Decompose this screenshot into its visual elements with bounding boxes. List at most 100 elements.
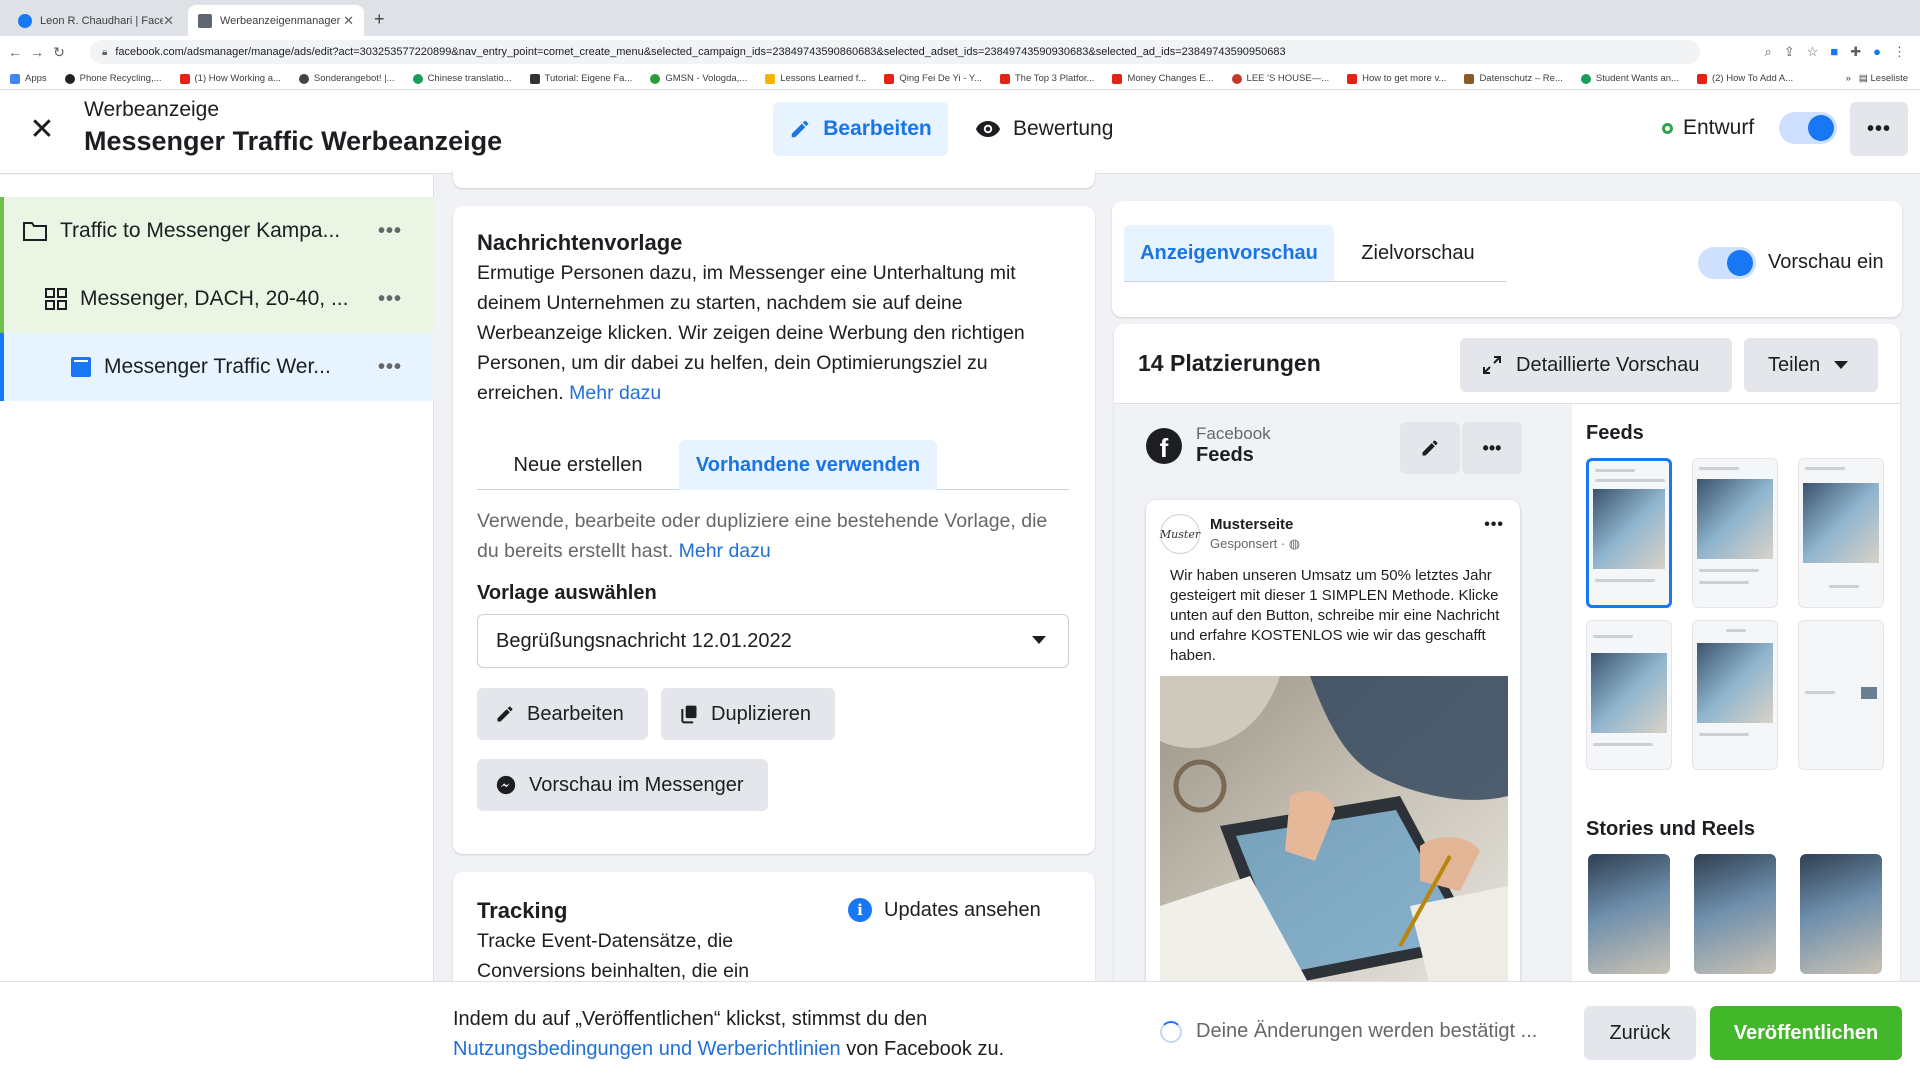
bookmark-item[interactable]: Chinese translatio... (412, 73, 512, 84)
chevron-down-icon (1032, 636, 1046, 644)
campaign-more-icon[interactable]: ••• (378, 220, 402, 243)
bookmark-item[interactable]: Money Changes E... (1112, 73, 1214, 84)
new-tab-icon[interactable]: + (374, 9, 385, 30)
address-bar[interactable]: 🔒︎ facebook.com/adsmanager/manage/ads/ed… (90, 40, 1700, 64)
apps-grid-icon (10, 73, 20, 84)
learn-more-link[interactable]: Mehr dazu (569, 382, 661, 404)
close-tab-icon[interactable]: ✕ (343, 13, 354, 29)
bookmark-item[interactable]: (2) How To Add A... (1696, 73, 1793, 84)
bookmark-item[interactable]: Tutorial: Eigene Fa... (529, 73, 632, 84)
tab-use-existing[interactable]: Vorhandene verwenden (679, 440, 937, 490)
bookmark-item[interactable]: Phone Recycling,... (64, 73, 162, 84)
edit-placement-button[interactable] (1400, 422, 1460, 474)
back-arrow-icon[interactable]: ← (4, 44, 26, 60)
tab-ad-preview[interactable]: Anzeigenvorschau (1124, 225, 1334, 281)
hash-favicon-icon (529, 73, 540, 84)
ad-active-toggle[interactable] (1779, 112, 1837, 144)
publish-button[interactable]: Veröffentlichen (1710, 1006, 1902, 1060)
forward-arrow-icon[interactable]: → (26, 44, 48, 60)
existing-template-description: Verwende, bearbeite oder dupliziere eine… (477, 510, 1048, 562)
facebook-logo-icon: f (1146, 427, 1182, 464)
reading-list[interactable]: » ▤ Leseliste (1846, 73, 1908, 84)
bookmark-favicon-icon (1464, 73, 1475, 84)
close-editor-icon[interactable]: ✕ (28, 115, 56, 145)
sidebar-item-campaign[interactable]: Traffic to Messenger Kampa... ••• (0, 197, 434, 265)
post-more-icon[interactable]: ••• (1484, 516, 1504, 534)
bookmark-item[interactable]: (1) How Working a... (179, 73, 281, 84)
feed-thumbnail[interactable] (1798, 458, 1884, 608)
edit-mode-button[interactable]: Bearbeiten (773, 102, 948, 156)
placement-preview-area: f Facebook Feeds ••• Muster Musterseite … (1114, 403, 1900, 984)
back-button[interactable]: Zurück (1584, 1006, 1696, 1060)
app-header: ✕ Werbeanzeige Messenger Traffic Werbean… (0, 90, 1920, 174)
browser-tabbar: Leon R. Chaudhari | Facebook ✕ Werbeanze… (0, 0, 1920, 36)
story-thumbnail[interactable] (1694, 854, 1776, 974)
close-tab-icon[interactable]: ✕ (163, 13, 174, 29)
sidebar-item-ad[interactable]: Messenger Traffic Wer... ••• (0, 333, 434, 401)
tab-target-preview[interactable]: Zielvorschau (1348, 225, 1488, 281)
extension-icons: ⌕ ⇪ ☆ ■ ✚ ● ⋮ (1765, 44, 1906, 60)
bookmark-item[interactable]: The Top 3 Platfor... (999, 73, 1094, 84)
placements-title: 14 Platzierungen (1138, 350, 1321, 376)
feed-thumbnail[interactable] (1586, 458, 1672, 608)
bookmark-item[interactable]: Qing Fei De Yi - Y... (884, 73, 982, 84)
placement-thumbnails: Feeds Stories und Reels (1572, 404, 1900, 984)
terms-link[interactable]: Nutzungsbedingungen und Werberichtlinien (453, 1038, 841, 1060)
bookmark-apps[interactable]: Apps (10, 73, 47, 84)
saving-status: Deine Änderungen werden bestätigt ... (1160, 1020, 1537, 1043)
story-thumbnail[interactable] (1588, 854, 1670, 974)
message-template-card: Nachrichtenvorlage Ermutige Personen daz… (453, 206, 1095, 854)
bookmark-favicon-icon (1231, 73, 1242, 84)
story-thumbnail[interactable] (1800, 854, 1882, 974)
existing-learn-more-link[interactable]: Mehr dazu (679, 540, 771, 562)
post-image (1160, 676, 1508, 984)
review-mode-button[interactable]: Bewertung (975, 102, 1113, 156)
adset-more-icon[interactable]: ••• (378, 288, 402, 311)
edit-template-button[interactable]: Bearbeiten (477, 688, 648, 740)
bookmark-item[interactable]: How to get more v... (1347, 73, 1446, 84)
tab-create-new[interactable]: Neue erstellen (493, 440, 663, 490)
share-icon[interactable]: ⇪ (1784, 44, 1795, 60)
ad-post-preview: Muster Musterseite Gesponsert · ◍ ••• Wi… (1146, 500, 1520, 984)
browser-toolbar: ← → ↻ 🔒︎ facebook.com/adsmanager/manage/… (0, 36, 1920, 68)
pencil-icon (1422, 440, 1438, 456)
placement-header: f Facebook Feeds (1146, 424, 1271, 467)
bookmark-item[interactable]: Lessons Learned f... (765, 73, 866, 84)
zoom-icon[interactable]: ⌕ (1765, 44, 1772, 60)
template-mode-tabs: Neue erstellen Vorhandene verwenden (477, 434, 1069, 490)
bookmark-item[interactable]: GMSN - Vologda,... (650, 73, 747, 84)
share-button[interactable]: Teilen (1744, 338, 1878, 392)
feed-thumbnail[interactable] (1798, 620, 1884, 770)
page-name: Musterseite (1210, 516, 1294, 533)
duplicate-template-button[interactable]: Duplizieren (661, 688, 836, 740)
toggle-knob (1808, 115, 1834, 141)
bookmark-item[interactable]: Student Wants an... (1580, 73, 1679, 84)
browser-menu-icon[interactable]: ⋮ (1893, 44, 1906, 60)
feed-thumbnail[interactable] (1692, 620, 1778, 770)
puzzle-extension-icon[interactable]: ✚ (1850, 44, 1861, 60)
template-select[interactable]: Begrüßungsnachricht 12.01.2022 (477, 614, 1069, 668)
header-more-button[interactable]: ••• (1850, 102, 1908, 156)
youtube-favicon-icon (1696, 73, 1707, 84)
sidebar-item-adset[interactable]: Messenger, DACH, 20-40, ... ••• (0, 265, 434, 333)
preview-in-messenger-button[interactable]: Vorschau im Messenger (477, 759, 768, 811)
bookmark-favicon-icon (412, 73, 423, 84)
bookmark-item[interactable]: Sonderangebot! |... (298, 73, 395, 84)
placement-more-button[interactable]: ••• (1462, 422, 1522, 474)
feed-thumbnail[interactable] (1692, 458, 1778, 608)
preview-toggle[interactable] (1698, 247, 1756, 279)
reload-icon[interactable]: ↻ (48, 44, 70, 61)
bookmark-item[interactable]: LEE 'S HOUSE—... (1231, 73, 1329, 84)
ad-more-icon[interactable]: ••• (378, 356, 402, 379)
profile-avatar-icon[interactable]: ● (1873, 44, 1881, 60)
view-updates-link[interactable]: i Updates ansehen (848, 898, 1041, 922)
facebook-extension-icon[interactable]: ■ (1830, 44, 1838, 60)
bookmark-star-icon[interactable]: ☆ (1807, 44, 1819, 60)
feed-thumbnail[interactable] (1586, 620, 1672, 770)
detailed-preview-button[interactable]: Detaillierte Vorschau (1460, 338, 1732, 392)
bookmark-item[interactable]: Datenschutz – Re... (1464, 73, 1563, 84)
browser-tab-facebook[interactable]: Leon R. Chaudhari | Facebook ✕ (8, 5, 184, 36)
browser-tab-adsmanager[interactable]: Werbeanzeigenmanager - We ✕ (188, 5, 364, 36)
preview-tabs-card: Anzeigenvorschau Zielvorschau Vorschau e… (1112, 201, 1902, 317)
messenger-icon (496, 775, 516, 795)
